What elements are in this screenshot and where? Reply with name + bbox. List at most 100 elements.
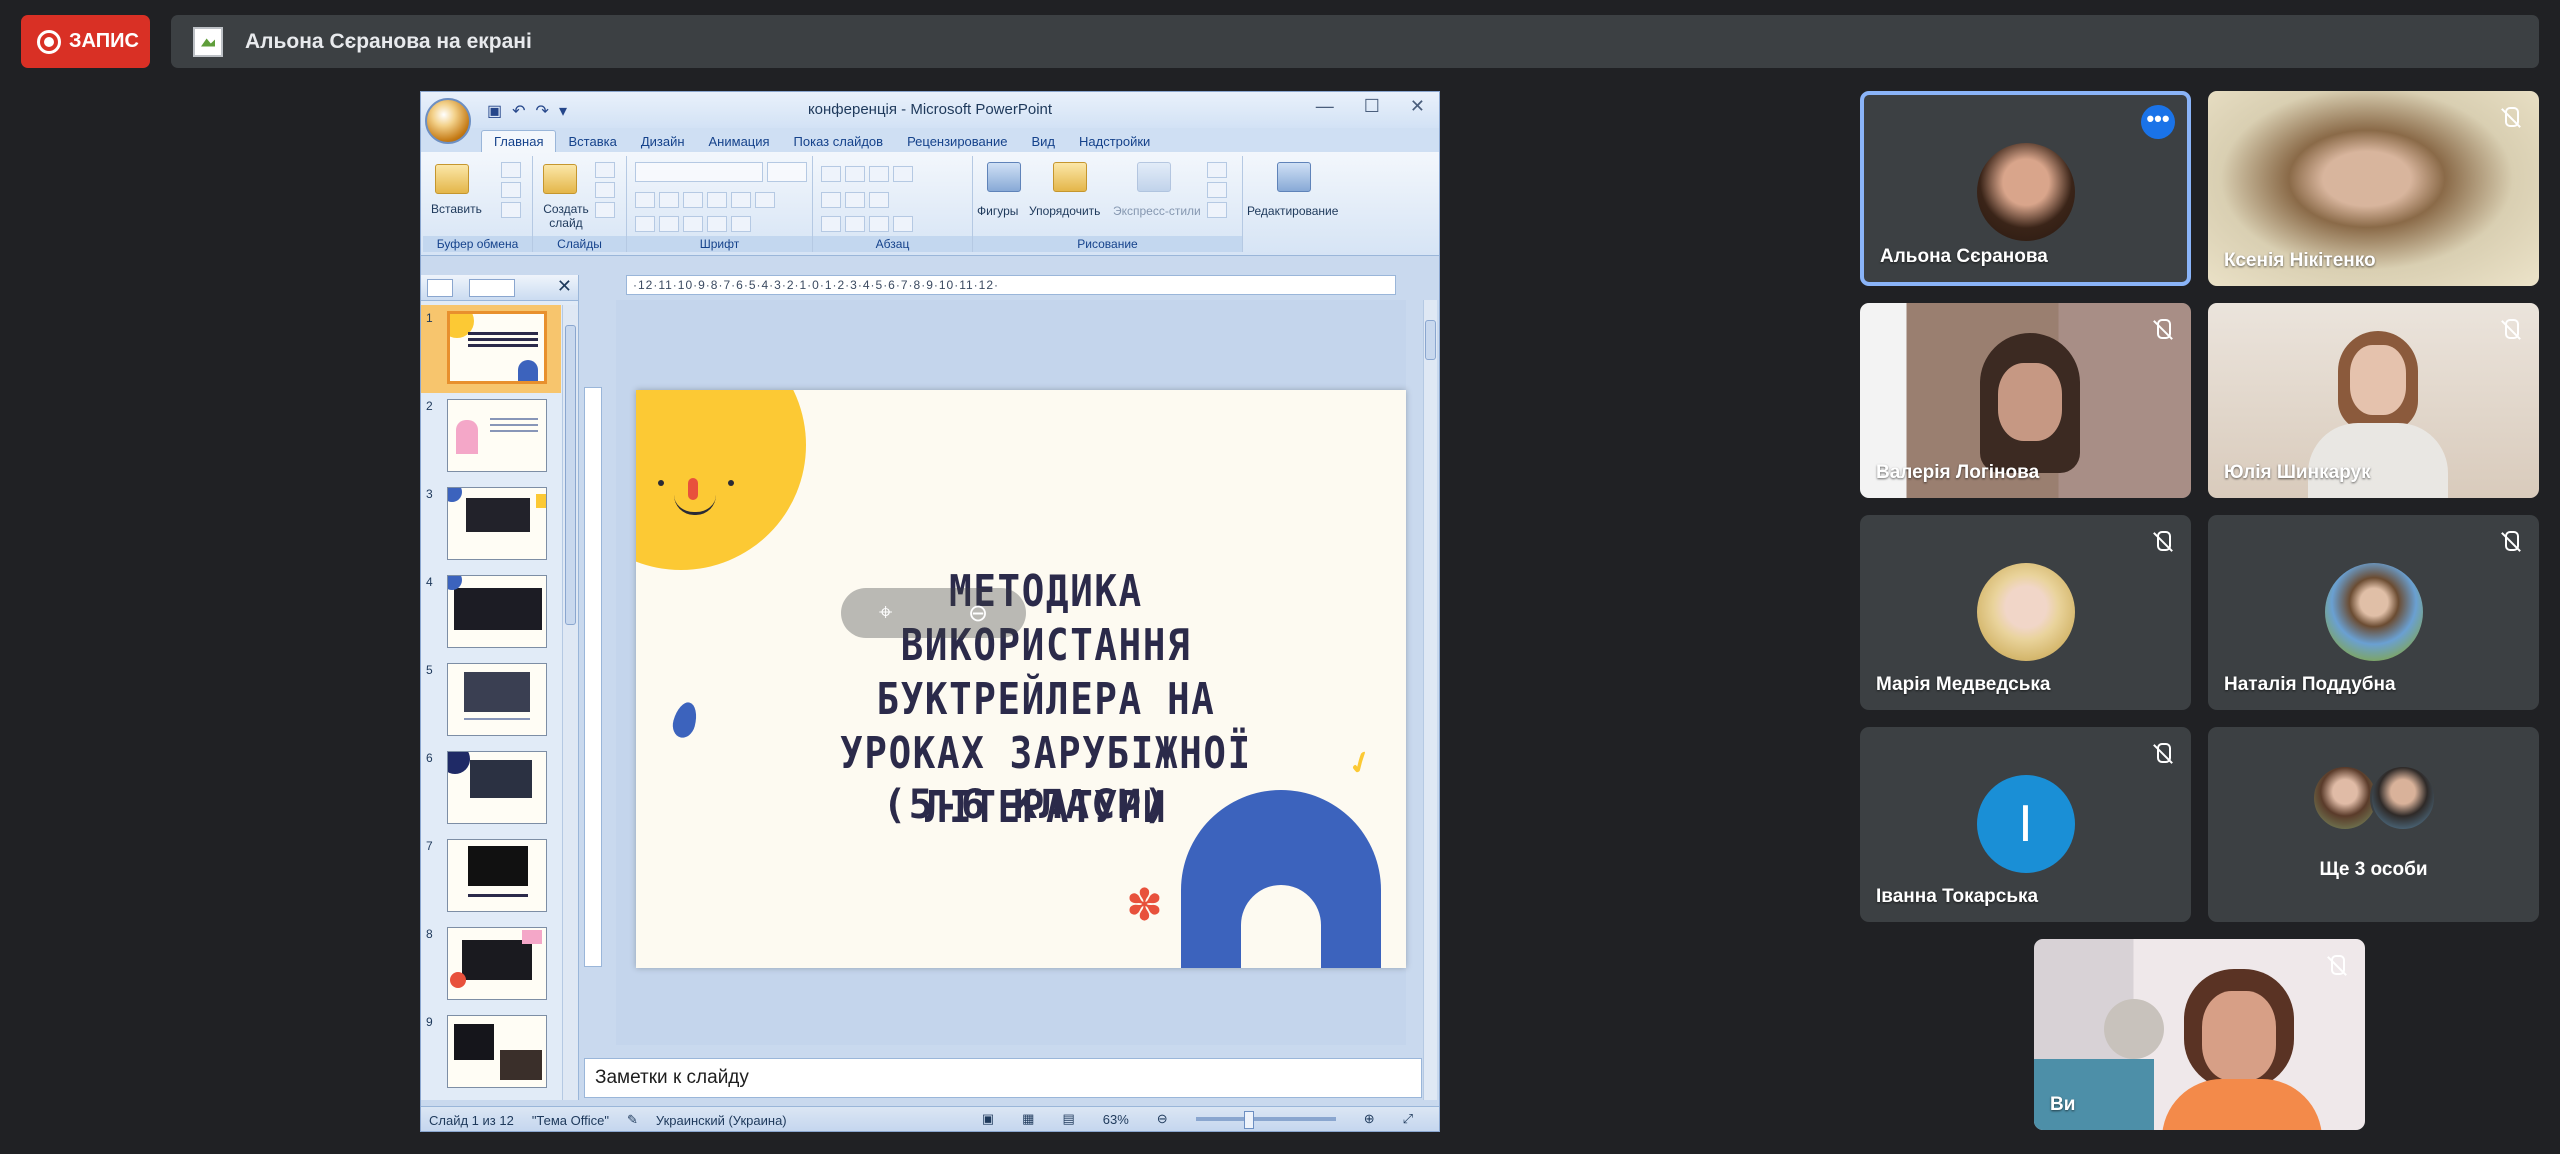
- slide-thumbnail[interactable]: [447, 399, 547, 472]
- zoom-in-button-icon[interactable]: ⊕: [1364, 1111, 1375, 1127]
- participant-name: Валерія Логінова: [1876, 462, 2040, 483]
- slide-vertical-scrollbar[interactable]: [1423, 300, 1437, 1100]
- clear-format-icon[interactable]: [731, 216, 751, 232]
- slide-thumbnail[interactable]: [447, 839, 547, 912]
- participant-tile[interactable]: Ксенія Нікітенко: [2208, 91, 2539, 286]
- slide-thumb-row[interactable]: 3: [421, 481, 561, 569]
- slide-thumb-row[interactable]: 9: [421, 1009, 561, 1097]
- more-options-icon[interactable]: •••: [2141, 105, 2175, 139]
- slides-tab-icon[interactable]: [427, 279, 453, 297]
- change-case-icon[interactable]: [659, 216, 679, 232]
- tab-home[interactable]: Главная: [481, 130, 557, 152]
- slide-thumb-row[interactable]: 8: [421, 921, 561, 1009]
- align-text-icon[interactable]: [845, 192, 865, 208]
- slide-thumbnail[interactable]: [447, 927, 547, 1000]
- grow-font-icon[interactable]: [683, 216, 703, 232]
- strikethrough-icon[interactable]: [707, 192, 727, 208]
- arrange-button[interactable]: Упорядочить: [1029, 204, 1100, 218]
- zoom-slider[interactable]: [1195, 1111, 1336, 1129]
- indent-icon[interactable]: [869, 166, 889, 182]
- copy-icon[interactable]: [501, 182, 521, 198]
- align-right-icon[interactable]: [869, 216, 889, 232]
- reset-icon[interactable]: [595, 182, 615, 198]
- shape-effects-icon[interactable]: [1207, 202, 1227, 218]
- participant-tile[interactable]: Юлія Шинкарук: [2208, 303, 2539, 498]
- editing-button[interactable]: Редактирование: [1247, 204, 1338, 218]
- bullets-icon[interactable]: [821, 166, 841, 182]
- bold-icon[interactable]: [635, 192, 655, 208]
- participant-tile[interactable]: Валерія Логінова: [1860, 303, 2191, 498]
- tab-addins[interactable]: Надстройки: [1067, 131, 1162, 152]
- slide-thumbnail[interactable]: [447, 487, 547, 560]
- self-view-tile[interactable]: Ви: [2034, 939, 2365, 1130]
- slide-thumbnail[interactable]: [447, 751, 547, 824]
- tab-design[interactable]: Дизайн: [629, 131, 697, 152]
- tab-slideshow[interactable]: Показ слайдов: [782, 131, 896, 152]
- slide-notes[interactable]: Заметки к слайду: [584, 1058, 1422, 1098]
- paste-button[interactable]: Вставить: [431, 202, 482, 216]
- slide-thumb-row[interactable]: 2: [421, 393, 561, 481]
- slides-panel-scrollbar[interactable]: [562, 305, 578, 1100]
- slide-thumbnail[interactable]: [447, 311, 547, 384]
- minimize-icon[interactable]: —: [1316, 96, 1334, 117]
- shrink-font-icon[interactable]: [707, 216, 727, 232]
- smartart-icon[interactable]: [869, 192, 889, 208]
- zoom-out-icon[interactable]: ⊖: [968, 599, 988, 628]
- numbering-icon[interactable]: [845, 166, 865, 182]
- sorter-view-icon[interactable]: ▦: [1022, 1111, 1034, 1127]
- italic-icon[interactable]: [659, 192, 679, 208]
- cut-icon[interactable]: [501, 162, 521, 178]
- columns-icon[interactable]: [893, 166, 913, 182]
- slide-thumbnail[interactable]: [447, 663, 547, 736]
- record-button[interactable]: ЗАПИС: [21, 15, 150, 68]
- slide-thumbnail[interactable]: [447, 1015, 547, 1088]
- format-painter-icon[interactable]: [501, 202, 521, 218]
- spellcheck-icon[interactable]: ✎: [627, 1112, 638, 1128]
- font-color-icon[interactable]: [635, 216, 655, 232]
- align-center-icon[interactable]: [845, 216, 865, 232]
- fit-to-window-icon[interactable]: ⤢: [1403, 1111, 1413, 1127]
- shadow-icon[interactable]: [731, 192, 751, 208]
- close-icon[interactable]: ✕: [1410, 96, 1425, 117]
- slides-panel-header: ✕: [421, 275, 578, 301]
- shape-outline-icon[interactable]: [1207, 182, 1227, 198]
- outline-tab-icon[interactable]: [469, 279, 515, 297]
- slideshow-view-icon[interactable]: ▤: [1062, 1111, 1074, 1127]
- justify-icon[interactable]: [893, 216, 913, 232]
- text-direction-icon[interactable]: [821, 192, 841, 208]
- quick-styles-button[interactable]: Экспресс-стили: [1113, 204, 1201, 218]
- slide-thumb-row[interactable]: 6: [421, 745, 561, 833]
- zoom-out-button-icon[interactable]: ⊖: [1157, 1111, 1168, 1127]
- font-size-field[interactable]: [767, 162, 807, 182]
- spacing-icon[interactable]: [755, 192, 775, 208]
- participant-tile[interactable]: Марія Медведська: [1860, 515, 2191, 710]
- new-slide-button[interactable]: Создать слайд: [539, 202, 593, 230]
- align-left-icon[interactable]: [821, 216, 841, 232]
- shapes-button[interactable]: Фигуры: [977, 204, 1018, 218]
- current-slide[interactable]: МЕТОДИКА ВИКОРИСТАННЯ БУКТРЕЙЛЕРА НА УРО…: [636, 390, 1406, 968]
- tab-animation[interactable]: Анимация: [697, 131, 782, 152]
- more-participants-tile[interactable]: Ще 3 особи: [2208, 727, 2539, 922]
- tab-insert[interactable]: Вставка: [556, 131, 628, 152]
- participant-tile[interactable]: Наталія Поддубна: [2208, 515, 2539, 710]
- office-button-icon[interactable]: [425, 98, 471, 144]
- shape-fill-icon[interactable]: [1207, 162, 1227, 178]
- font-name-field[interactable]: [635, 162, 763, 182]
- tab-review[interactable]: Рецензирование: [895, 131, 1019, 152]
- normal-view-icon[interactable]: ▣: [982, 1111, 994, 1127]
- close-panel-icon[interactable]: ✕: [557, 276, 572, 297]
- participant-tile[interactable]: І Іванна Токарська: [1860, 727, 2191, 922]
- delete-slide-icon[interactable]: [595, 202, 615, 218]
- underline-icon[interactable]: [683, 192, 703, 208]
- slide-thumb-row[interactable]: 7: [421, 833, 561, 921]
- pointer-off-icon[interactable]: ⌖: [879, 599, 893, 627]
- slide-thumb-row[interactable]: 4: [421, 569, 561, 657]
- ribbon: Вставить Буфер обмена Создать слайд Слай…: [421, 152, 1439, 256]
- tab-view[interactable]: Вид: [1019, 131, 1067, 152]
- slide-thumb-row[interactable]: 1: [421, 305, 561, 393]
- layout-icon[interactable]: [595, 162, 615, 178]
- slide-thumb-row[interactable]: 5: [421, 657, 561, 745]
- participant-tile[interactable]: ••• Альона Сєранова: [1860, 91, 2191, 286]
- maximize-icon[interactable]: ☐: [1364, 96, 1380, 117]
- slide-thumbnail[interactable]: [447, 575, 547, 648]
